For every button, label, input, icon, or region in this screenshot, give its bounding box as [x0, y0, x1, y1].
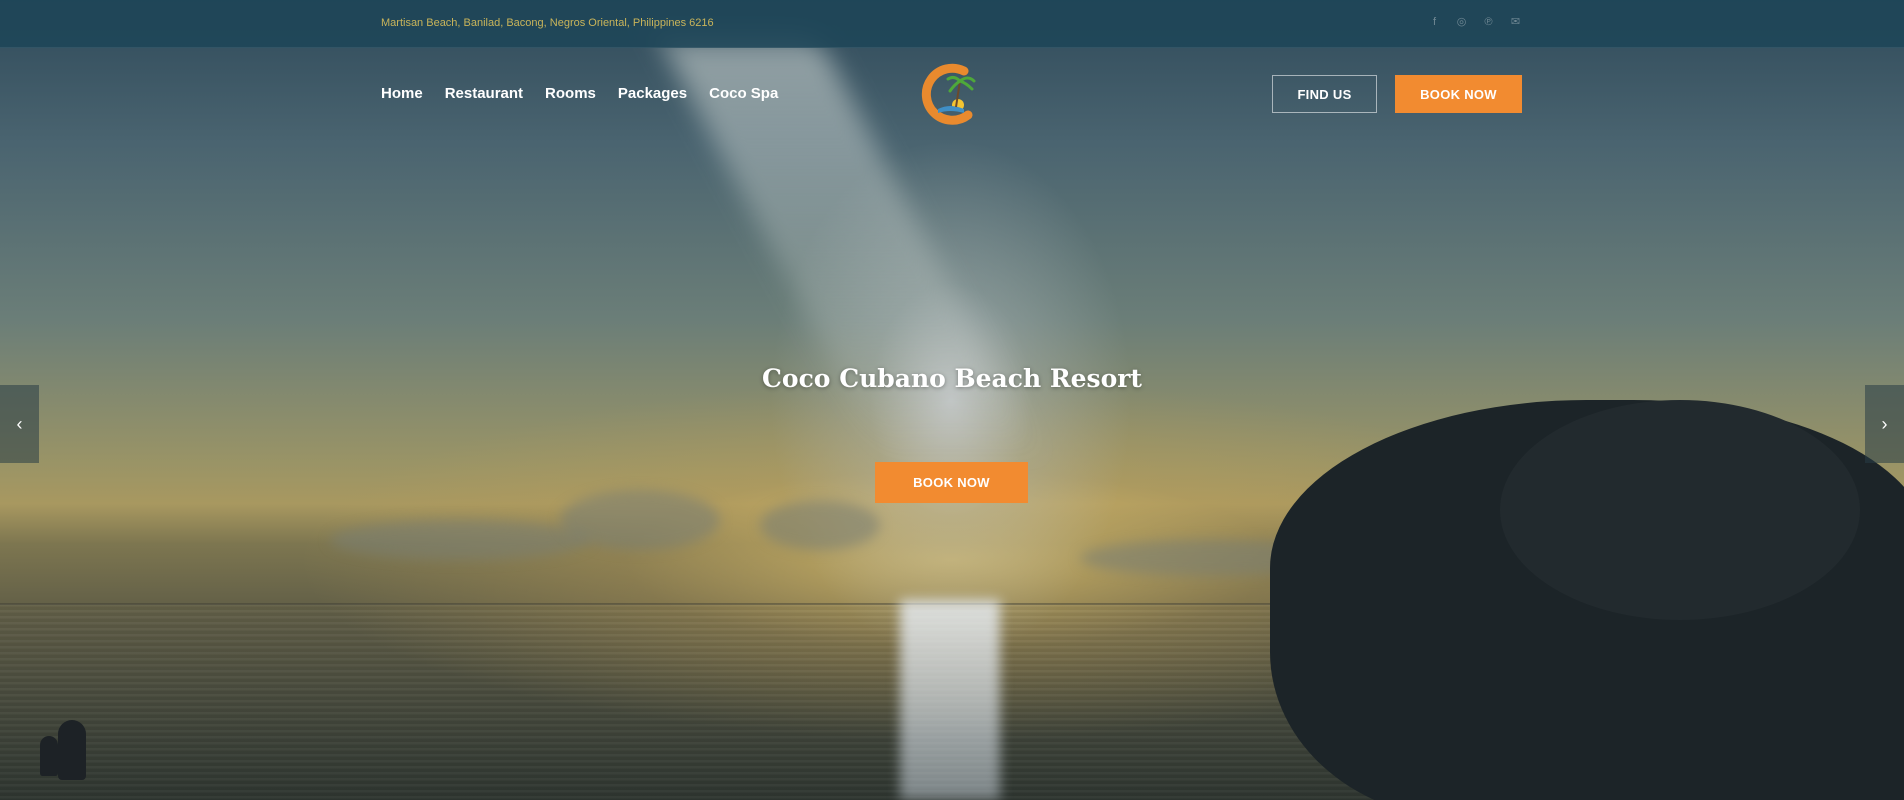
mail-icon[interactable]: ✉	[1509, 16, 1522, 29]
hero-book-now-button[interactable]: BOOK NOW	[875, 462, 1028, 503]
resort-logo[interactable]	[920, 63, 982, 128]
nav-item-rooms[interactable]: Rooms	[545, 85, 596, 102]
address-text: Martisan Beach, Banilad, Bacong, Negros …	[381, 17, 714, 29]
cloud	[560, 490, 720, 550]
cloud	[760, 500, 880, 550]
instagram-icon[interactable]: ◎	[1455, 16, 1468, 29]
person-silhouette	[58, 720, 86, 780]
nav-item-coco-spa[interactable]: Coco Spa	[709, 85, 778, 102]
cloud	[330, 520, 590, 560]
rock-top	[1500, 400, 1860, 620]
nav-item-restaurant[interactable]: Restaurant	[445, 85, 523, 102]
main-nav: Home Restaurant Rooms Packages Coco Spa	[381, 85, 778, 102]
facebook-icon[interactable]: f	[1428, 16, 1441, 29]
sun-glare	[900, 600, 1000, 800]
social-links: f ◎ ℗ ✉	[1428, 16, 1522, 29]
person-silhouette	[40, 736, 58, 776]
nav-item-packages[interactable]: Packages	[618, 85, 687, 102]
find-us-button[interactable]: FIND US	[1272, 75, 1377, 113]
pinterest-icon[interactable]: ℗	[1482, 16, 1495, 29]
slider-next-arrow[interactable]: ›	[1865, 385, 1904, 463]
hero-title: Coco Cubano Beach Resort	[762, 364, 1142, 393]
book-now-button[interactable]: BOOK NOW	[1395, 75, 1522, 113]
sun-beam	[660, 40, 1044, 460]
slider-prev-arrow[interactable]: ‹	[0, 385, 39, 463]
top-bar: Martisan Beach, Banilad, Bacong, Negros …	[0, 0, 1904, 48]
nav-item-home[interactable]: Home	[381, 85, 423, 102]
